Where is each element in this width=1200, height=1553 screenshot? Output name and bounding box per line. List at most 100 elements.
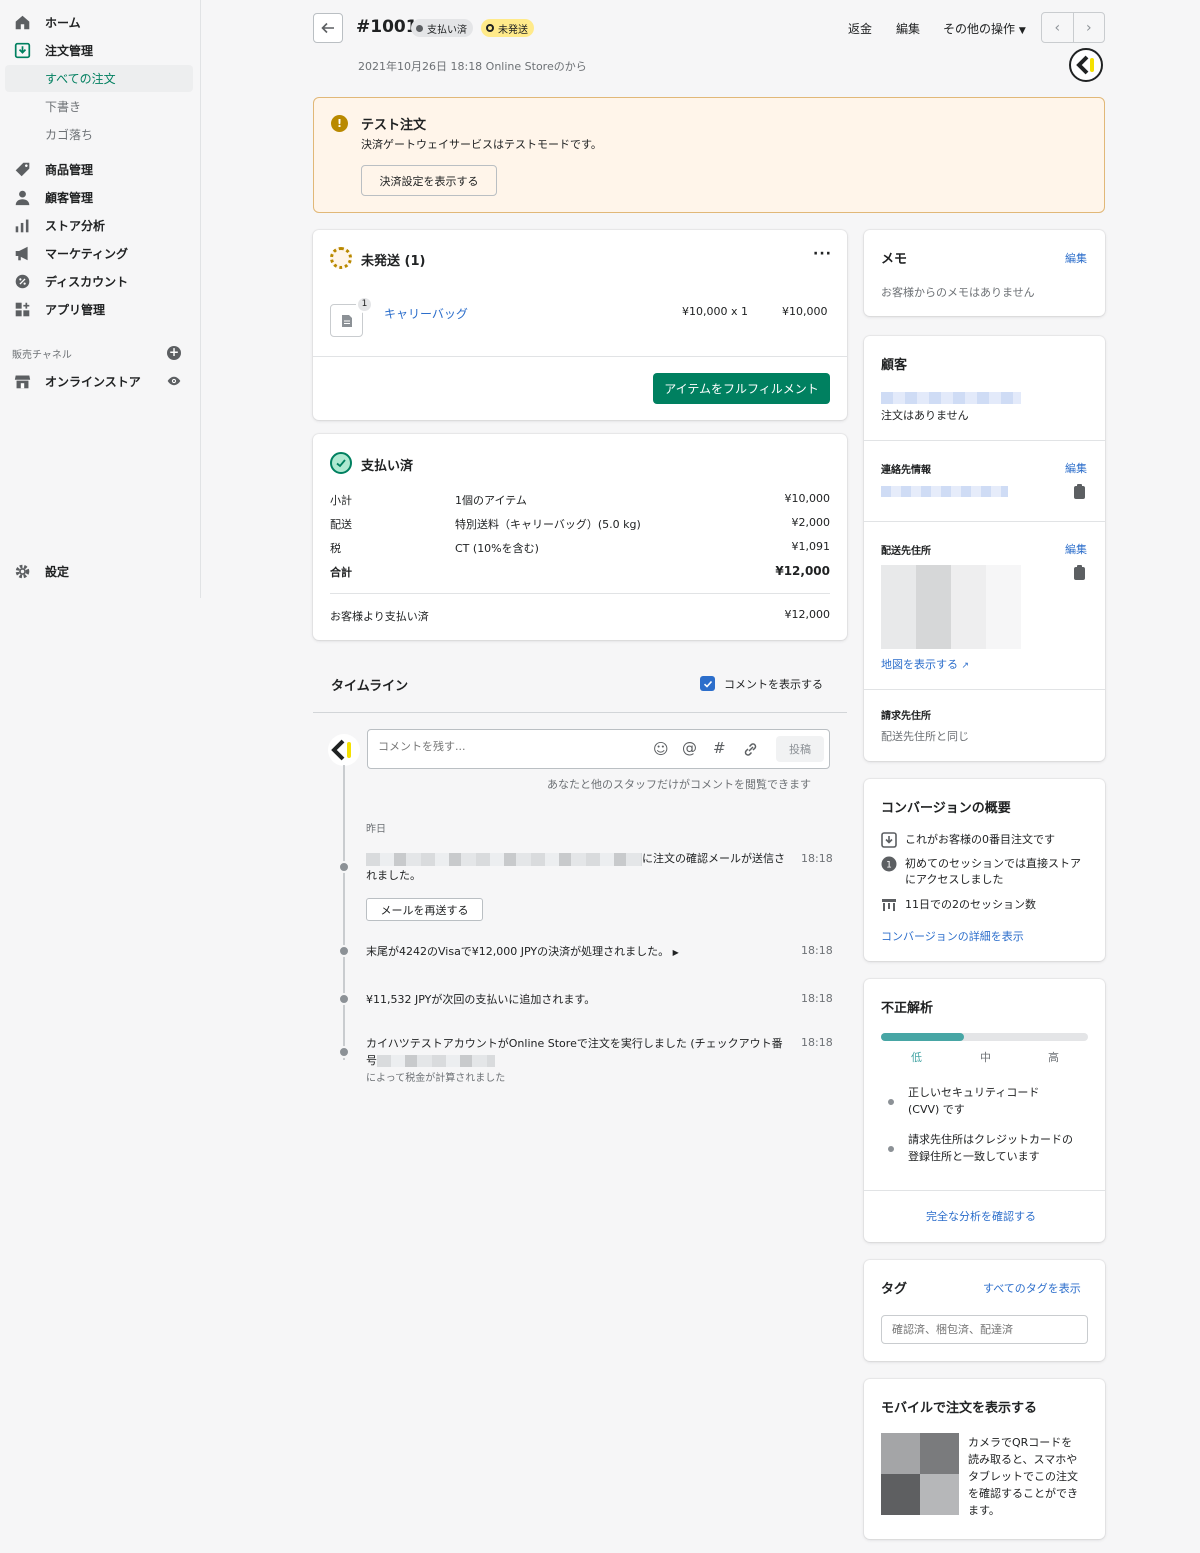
- nav-settings-label: 設定: [45, 564, 70, 579]
- conversion-title: コンバージョンの概要: [881, 801, 1011, 816]
- tax-desc: CT (10%を含む): [455, 542, 539, 555]
- badge-paid-label: 支払い済: [427, 24, 467, 36]
- customer-order-count: 注文はありません: [881, 409, 969, 422]
- payment-title: 支払い済: [361, 459, 414, 474]
- timeline-dot: [338, 945, 350, 957]
- divider: [864, 521, 1105, 522]
- nav-products[interactable]: 商品管理: [0, 155, 200, 183]
- mobile-title: モバイルで注文を表示する: [881, 1401, 1038, 1416]
- banner-title: テスト注文: [361, 118, 427, 133]
- mention-icon[interactable]: @: [682, 739, 697, 757]
- shipping-edit-link[interactable]: 編集: [1065, 541, 1087, 557]
- fraud-indicator-address: 請求先住所はクレジットカードの登録住所と一致しています: [908, 1133, 1073, 1163]
- fulfillment-title: 未発送 (1): [361, 254, 426, 269]
- timeline-day-label: 昨日: [366, 824, 386, 835]
- conversion-details-link[interactable]: コンバージョンの詳細を表示: [881, 928, 1024, 944]
- subtotal-label: 小計: [330, 494, 352, 507]
- show-comments-checkbox[interactable]: [700, 676, 715, 691]
- store-icon: [14, 375, 31, 389]
- nav-online-store-label: オンラインストア: [45, 374, 141, 389]
- nav-customers[interactable]: 顧客管理: [0, 183, 200, 211]
- prev-order-button[interactable]: ‹: [1042, 13, 1074, 42]
- ring-icon: [486, 24, 494, 32]
- notes-title: メモ: [881, 252, 908, 267]
- shipping-desc: 特別送料（キャリーバッグ）(5.0 kg): [455, 518, 641, 531]
- dot-icon: [416, 24, 423, 32]
- nav-analytics[interactable]: ストア分析: [0, 211, 200, 239]
- nav-home[interactable]: ホーム: [0, 8, 200, 36]
- more-horizontal-icon[interactable]: ···: [813, 246, 832, 262]
- caret-down-icon: ▼: [1018, 26, 1026, 36]
- divider: [864, 1190, 1105, 1191]
- eye-icon[interactable]: [167, 374, 181, 388]
- view-all-tags-link[interactable]: すべてのタグを表示: [983, 1280, 1081, 1296]
- paid-check-icon: [330, 452, 352, 474]
- add-channel-icon[interactable]: +: [167, 346, 181, 360]
- contact-edit-link[interactable]: 編集: [1065, 460, 1087, 476]
- product-link[interactable]: キャリーバッグ: [384, 305, 468, 322]
- megaphone-icon: [15, 246, 28, 261]
- nav-drafts[interactable]: 下書き: [5, 93, 193, 120]
- redacted-email[interactable]: [881, 486, 1008, 497]
- full-analysis-link[interactable]: 完全な分析を確認する: [926, 1208, 1036, 1224]
- view-map-label: 地図を表示する: [881, 658, 958, 671]
- notes-edit-link[interactable]: 編集: [1065, 250, 1087, 266]
- nav-marketing[interactable]: マーケティング: [0, 239, 200, 267]
- link-icon[interactable]: [742, 741, 759, 758]
- conversion-row-text: 初めてのセッションでは直接ストアにアクセスしました: [905, 857, 1081, 886]
- mobile-view-card: モバイルで注文を表示する カメラでQRコードを読み取ると、スマホやタブレットでこ…: [864, 1379, 1105, 1539]
- timeline-time: 18:18: [801, 852, 833, 865]
- tag-icon: [15, 162, 30, 177]
- status-badge-unfulfilled: 未発送: [481, 19, 534, 37]
- app-logo-icon: [331, 739, 351, 761]
- apps-icon: [15, 302, 30, 317]
- nav-orders[interactable]: 注文管理: [0, 36, 200, 64]
- timeline-time: 18:18: [801, 1036, 833, 1049]
- back-button[interactable]: [313, 13, 343, 43]
- conversion-row-text: これがお客様の0番目注文です: [905, 833, 1055, 846]
- hashtag-icon[interactable]: #: [713, 739, 726, 757]
- tags-title: タグ: [881, 1282, 908, 1297]
- billing-address-title: 請求先住所: [881, 711, 931, 722]
- nav-home-label: ホーム: [45, 15, 81, 30]
- more-actions-button[interactable]: その他の操作 ▼: [943, 20, 1026, 37]
- total-amount: ¥12,000: [775, 564, 830, 578]
- nav-abandoned[interactable]: カゴ落ち: [5, 121, 193, 148]
- conversion-card: コンバージョンの概要 これがお客様の0番目注文です 1 初めてのセッションでは直…: [864, 779, 1105, 961]
- redacted-customer-name[interactable]: [881, 392, 1021, 404]
- nav-marketing-label: マーケティング: [45, 246, 129, 261]
- customer-card: 顧客 注文はありません 連絡先情報 編集 配送先住所 編集 地図を表示する ↗ …: [864, 336, 1105, 761]
- emoji-icon[interactable]: ☺: [653, 740, 669, 758]
- fulfill-items-button[interactable]: アイテムをフルフィルメント: [653, 373, 830, 404]
- tax-amount: ¥1,091: [791, 540, 831, 553]
- nav-orders-label: 注文管理: [45, 43, 94, 58]
- next-order-button[interactable]: ›: [1074, 13, 1105, 42]
- comment-input[interactable]: [378, 740, 638, 753]
- nav-discounts[interactable]: ディスカウント: [0, 267, 200, 295]
- timeline-time: 18:18: [801, 944, 833, 957]
- shipping-amount: ¥2,000: [791, 516, 831, 529]
- tags-input[interactable]: [881, 1315, 1088, 1344]
- clipboard-icon[interactable]: [1074, 565, 1085, 580]
- timeline-dot: [338, 861, 350, 873]
- nav-all-orders[interactable]: すべての注文: [5, 65, 193, 92]
- fraud-title: 不正解析: [881, 1001, 934, 1016]
- post-comment-button[interactable]: 投稿: [776, 736, 824, 762]
- resend-email-button[interactable]: メールを再送する: [366, 898, 483, 921]
- nav-apps[interactable]: アプリ管理: [0, 295, 200, 323]
- redacted-address: [881, 565, 1021, 649]
- risk-high-label: 高: [1048, 1051, 1059, 1064]
- nav-settings[interactable]: 設定: [0, 557, 200, 585]
- refund-button[interactable]: 返金: [848, 20, 872, 37]
- timeline-event-payment[interactable]: 末尾が4242のVisaで¥12,000 JPYの決済が処理されました。 ▶: [366, 943, 679, 961]
- fraud-indicator-cvv: 正しいセキュリティコード (CVV) です: [908, 1086, 1040, 1116]
- paid-by-customer-amount: ¥12,000: [784, 608, 831, 621]
- notes-card: メモ 編集 お客様からのメモはありません: [864, 230, 1105, 316]
- clipboard-icon[interactable]: [1074, 484, 1085, 499]
- view-payment-settings-button[interactable]: 決済設定を表示する: [361, 165, 497, 196]
- sessions-icon: [882, 899, 896, 911]
- notes-text: お客様からのメモはありません: [881, 286, 1035, 299]
- edit-button[interactable]: 編集: [896, 20, 920, 37]
- quantity-badge: 1: [356, 296, 373, 313]
- view-map-link[interactable]: 地図を表示する ↗: [881, 656, 969, 672]
